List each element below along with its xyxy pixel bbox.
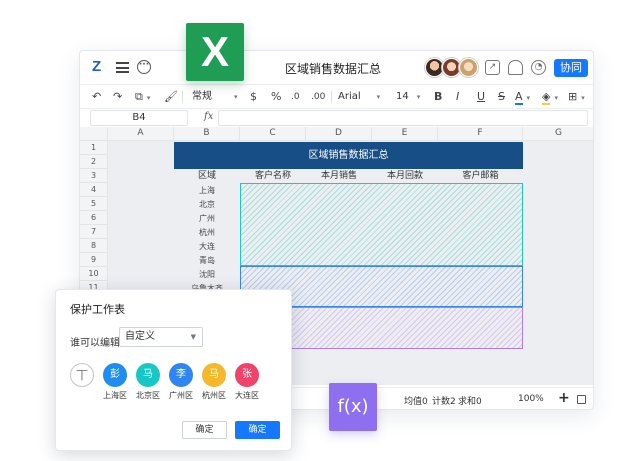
document-title: 区域销售数据汇总 [285,62,382,76]
editor-label: 上海区 [103,391,127,400]
editor-avatar[interactable]: 李 [169,363,193,387]
share-icon[interactable]: ↗ [485,60,500,75]
row-header[interactable]: 8 [80,239,108,253]
underline-button[interactable]: U [477,88,485,106]
status-count: 计数2 [432,397,456,407]
editor-label: 杭州区 [202,391,226,400]
chevron-down-icon: ▼ [190,333,196,341]
row-header[interactable]: 2 [80,155,108,169]
stage: Z ··· 区域销售数据汇总 ↗ ◔ 协同 ↶ ↷ ⧉ ▾ 🖌 常规 ▾ $ % .… [0,0,635,461]
editor-avatar[interactable]: 马 [202,363,226,387]
avatar[interactable] [459,58,478,77]
grid-line [523,141,524,385]
strikethrough-button[interactable]: S [498,88,505,106]
row-header[interactable]: 10 [80,267,108,281]
excel-logo-icon: X [186,23,244,81]
column-header[interactable]: C [240,127,306,141]
formula-bar: B4 fx [80,109,593,127]
dialog-title: 保护工作表 [70,303,125,316]
font-family-dropdown[interactable]: Arial ▾ [338,88,380,106]
number-format-dropdown[interactable]: 常规 ▾ [192,88,238,106]
editor-avatar[interactable]: 马 [136,363,160,387]
editor-avatar[interactable]: 张 [235,363,259,387]
format-toolbar: ↶ ↷ ⧉ ▾ 🖌 常规 ▾ $ % .0 .00 Arial ▾ 14 ▾ B I U… [80,85,593,109]
cancel-button[interactable]: 确定 [182,421,227,439]
region-cell[interactable]: 沈阳 [174,268,240,282]
undo-icon[interactable]: ↶ [92,88,101,106]
region-cell[interactable]: 大连 [174,240,240,254]
column-header[interactable]: E [372,127,438,141]
formula-input[interactable] [218,110,588,126]
bold-button[interactable]: B [434,88,442,106]
region-cell[interactable]: 青岛 [174,254,240,268]
corner-cell[interactable] [80,127,108,141]
region-cell[interactable]: 上海 [174,184,240,198]
function-logo-icon: f(x) [329,383,377,431]
currency-button[interactable]: $ [250,88,257,106]
column-header[interactable]: D [306,127,372,141]
menu-icon[interactable] [116,62,129,73]
protected-range-teal[interactable] [240,183,523,266]
format-painter-icon[interactable]: 🖌 [164,88,178,106]
region-cell[interactable]: 广州 [174,212,240,226]
toolbar-divider [331,91,332,103]
editor-label: 大连区 [235,391,259,400]
border-icon[interactable]: ⊞ ▾ [568,88,585,106]
clear-format-icon[interactable]: ⧉ ▾ [135,88,150,106]
bell-icon[interactable] [508,60,523,75]
table-header-cell[interactable]: 客户名称 [240,169,306,183]
protect-sheet-dialog: 保护工作表 谁可以编辑 自定义 ▼ 丅 彭 马 李 马 张 上海区 北京区 广州… [55,289,292,451]
clock-icon[interactable]: ◔ [531,60,546,75]
decimal-decrease-button[interactable]: .0 [291,88,300,106]
permission-select[interactable]: 自定义 ▼ [119,327,203,347]
decimal-increase-button[interactable]: .00 [311,88,325,106]
more-icon[interactable]: ··· [137,60,151,74]
collab-button[interactable]: 协同 [554,59,588,77]
table-header-cell[interactable]: 本月回款 [372,169,438,183]
zoom-level[interactable]: 100% [518,394,544,404]
editor-avatar[interactable]: 彭 [103,363,127,387]
toolbar-divider [182,91,183,103]
column-header[interactable]: G [523,127,593,141]
column-header[interactable]: B [174,127,240,141]
add-editor-button[interactable]: 丅 [70,363,94,387]
row-header[interactable]: 9 [80,253,108,267]
status-average: 均值0 [404,397,428,407]
table-header-cell[interactable]: 本月销售 [306,169,372,183]
table-header-cell[interactable]: 区域 [174,169,240,183]
merged-title-cell[interactable]: 区域销售数据汇总 [174,142,523,169]
region-cell[interactable]: 北京 [174,198,240,212]
row-header[interactable]: 3 [80,169,108,183]
row-header[interactable]: 4 [80,183,108,197]
row-header[interactable]: 1 [80,141,108,155]
percent-button[interactable]: % [271,88,281,106]
cell-reference-box[interactable]: B4 [90,110,188,126]
row-header[interactable]: 7 [80,225,108,239]
column-header[interactable]: A [108,127,174,141]
region-cell[interactable]: 杭州 [174,226,240,240]
column-header[interactable]: F [438,127,523,141]
permission-select-value: 自定义 [125,331,155,342]
zoom-in-icon[interactable]: + [558,390,570,406]
confirm-button[interactable]: 确定 [235,421,280,439]
redo-icon[interactable]: ↷ [113,88,122,106]
app-logo[interactable]: Z [92,58,101,75]
editor-label: 北京区 [136,391,160,400]
fill-color-icon[interactable]: ◈ ▾ [542,88,558,106]
status-sum: 求和0 [458,397,482,407]
title-bar: Z ··· 区域销售数据汇总 ↗ ◔ 协同 [80,51,593,85]
font-size-dropdown[interactable]: 14 ▾ [396,88,420,106]
font-color-button[interactable]: A ▾ [515,88,530,106]
who-can-edit-label: 谁可以编辑 [70,338,120,349]
fx-icon: fx [204,111,214,122]
editor-label: 广州区 [169,391,193,400]
row-header[interactable]: 5 [80,197,108,211]
fullscreen-icon[interactable] [577,395,586,404]
row-header[interactable]: 6 [80,211,108,225]
italic-button[interactable]: I [456,88,459,106]
table-header-cell[interactable]: 客户邮箱 [438,169,523,183]
